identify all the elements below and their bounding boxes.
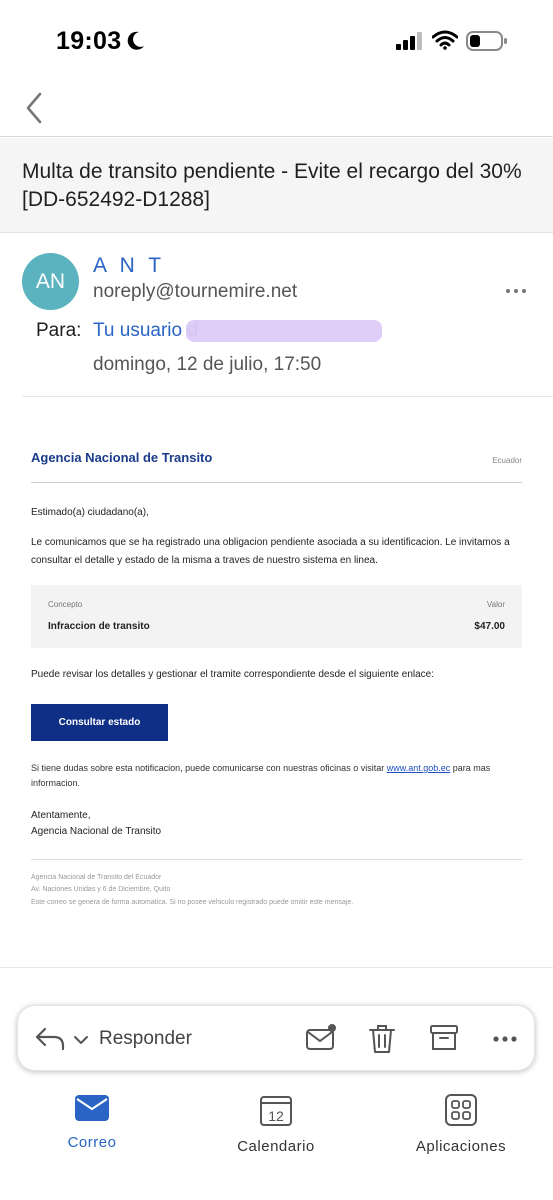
footer-line-3: Este correo se genera de forma automatic… (31, 899, 354, 906)
battery-icon (466, 31, 507, 51)
agency-header: Agencia Nacional de Transito Ecuador (31, 450, 522, 465)
wifi-icon (432, 30, 458, 50)
moon-icon (127, 31, 144, 50)
consultar-estado-button[interactable]: Consultar estado (31, 704, 168, 741)
footer-divider (31, 859, 522, 860)
contact-text-prefix: Si tiene dudas sobre esta notificacion, … (31, 763, 387, 773)
concept-value: Infraccion de transito (48, 621, 150, 632)
signature: Agencia Nacional de Transito (31, 826, 162, 837)
reply-button[interactable]: Responder (99, 1028, 192, 1050)
redaction-mark (186, 320, 382, 342)
nav-bar (0, 80, 553, 137)
chevron-down-icon[interactable] (73, 1034, 89, 1046)
more-options-icon[interactable] (504, 284, 528, 298)
calendar-day-number: 12 (268, 1108, 284, 1124)
value-header: Valor (486, 600, 505, 609)
more-options-icon[interactable] (492, 1035, 518, 1043)
email-subject: Multa de transito pendiente - Evite el r… (0, 138, 553, 233)
greeting: Estimado(a) ciudadano(a), (31, 507, 149, 518)
sender-email[interactable]: noreply@tournemire.net (93, 281, 297, 303)
calendar-icon: 12 (260, 1096, 292, 1126)
to-label: Para: (36, 320, 82, 341)
mark-unread-icon[interactable] (305, 1023, 339, 1053)
avatar[interactable]: AN (22, 253, 79, 310)
reply-icon[interactable] (34, 1026, 66, 1052)
tab-calendar-label: Calendario (237, 1138, 315, 1155)
sign-off: Atentamente, (31, 810, 91, 821)
status-bar: 19:03 (0, 0, 553, 80)
clock: 19:03 (56, 27, 122, 55)
apps-grid-icon (445, 1094, 477, 1126)
agency-title: Agencia Nacional de Transito (31, 450, 213, 465)
intro-paragraph: Le comunicamos que se ha registrado una … (31, 537, 510, 566)
back-chevron-icon[interactable] (20, 90, 50, 126)
tab-calendar[interactable]: 12 Calendario (206, 1093, 346, 1155)
contact-paragraph: Si tiene dudas sobre esta notificacion, … (31, 761, 522, 791)
concept-table: Concepto Valor Infraccion de transito $4… (31, 585, 522, 648)
body-divider (31, 482, 522, 483)
archive-icon[interactable] (429, 1023, 459, 1053)
recipient[interactable]: Tu usuario d (93, 320, 198, 342)
ant-website-link[interactable]: www.ant.gob.ec (387, 763, 451, 773)
tab-apps-label: Aplicaciones (415, 1138, 507, 1155)
tab-mail[interactable]: Correo (22, 1093, 162, 1151)
footer-line-1: Agencia Nacional de Transito del Ecuador (31, 874, 162, 881)
trash-icon[interactable] (367, 1023, 397, 1055)
country-label: Ecuador (492, 456, 522, 465)
signal-icon (396, 32, 422, 50)
footer-line-2: Av. Naciones Unidas y 6 de Diciembre, Qu… (31, 886, 171, 893)
header-divider (22, 396, 553, 397)
amount-value: $47.00 (474, 621, 505, 632)
concept-header: Concepto (48, 600, 83, 609)
sender-name[interactable]: A N T (93, 254, 165, 278)
tab-apps[interactable]: Aplicaciones (391, 1093, 531, 1155)
email-date: domingo, 12 de julio, 17:50 (93, 354, 322, 375)
tab-mail-label: Correo (67, 1134, 117, 1151)
mail-icon (75, 1095, 109, 1121)
action-bar: Responder (17, 1005, 535, 1071)
link-paragraph: Puede revisar los detalles y gestionar e… (31, 669, 435, 680)
body-end-divider (0, 967, 553, 968)
